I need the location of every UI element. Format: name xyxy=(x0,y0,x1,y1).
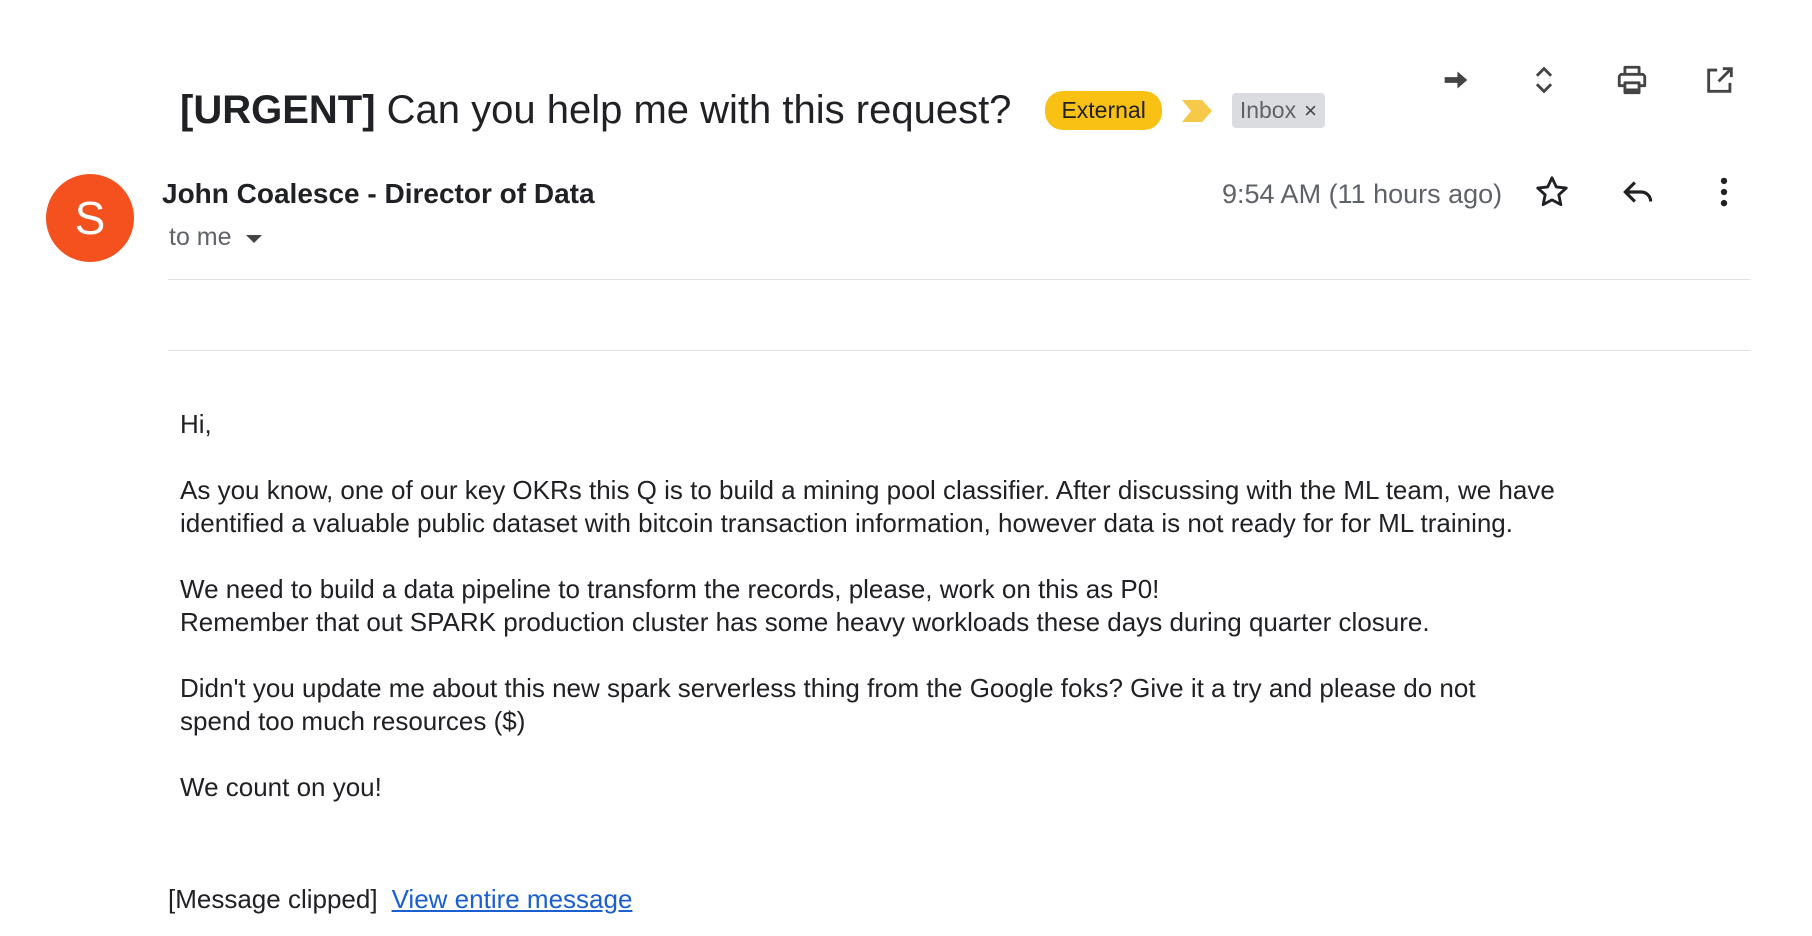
inbox-label: Inbox × xyxy=(1231,93,1325,128)
forward-arrow-icon[interactable] xyxy=(1436,60,1476,100)
email-subject: [URGENT] Can you help me with this reque… xyxy=(180,88,1011,133)
expand-collapse-icon[interactable] xyxy=(1524,60,1564,100)
remove-inbox-label-button[interactable]: × xyxy=(1304,98,1317,124)
sender-avatar[interactable]: S xyxy=(46,174,134,262)
header-divider xyxy=(168,279,1750,280)
print-icon[interactable] xyxy=(1612,60,1652,100)
open-in-new-window-icon[interactable] xyxy=(1700,60,1740,100)
subject-text: Can you help me with this request? xyxy=(375,88,1012,132)
caret-down-icon xyxy=(245,234,262,243)
message-actions xyxy=(1532,172,1744,212)
message-toolbar xyxy=(1436,60,1740,100)
message-body: Hi, As you know, one of our key OKRs thi… xyxy=(180,408,1740,837)
reply-icon[interactable] xyxy=(1618,172,1658,212)
body-closing: We count on you! xyxy=(180,772,382,802)
message-timestamp: 9:54 AM (11 hours ago) xyxy=(1222,179,1503,209)
star-icon[interactable] xyxy=(1532,172,1572,212)
external-label: External xyxy=(1045,91,1162,130)
message-clipped-row: [Message clipped] View entire message xyxy=(168,884,632,915)
body-divider xyxy=(168,350,1750,351)
inbox-label-text: Inbox xyxy=(1239,97,1297,123)
view-entire-message-link[interactable]: View entire message xyxy=(392,884,633,915)
subject-row: [URGENT] Can you help me with this reque… xyxy=(180,88,1325,133)
body-paragraph-2: We need to build a data pipeline to tran… xyxy=(180,574,1430,637)
more-options-icon[interactable] xyxy=(1704,172,1744,212)
recipient-details-toggle[interactable]: to me xyxy=(169,223,262,252)
recipient-text: to me xyxy=(169,223,232,251)
message-clipped-notice: [Message clipped] xyxy=(168,884,378,914)
body-greeting: Hi, xyxy=(180,409,212,439)
body-paragraph-1: As you know, one of our key OKRs this Q … xyxy=(180,475,1555,538)
subject-urgent-tag: [URGENT] xyxy=(180,88,376,132)
sender-name[interactable]: John Coalesce - Director of Data xyxy=(162,178,595,210)
importance-marker-icon[interactable] xyxy=(1180,98,1214,124)
body-paragraph-3: Didn't you update me about this new spar… xyxy=(180,673,1476,736)
